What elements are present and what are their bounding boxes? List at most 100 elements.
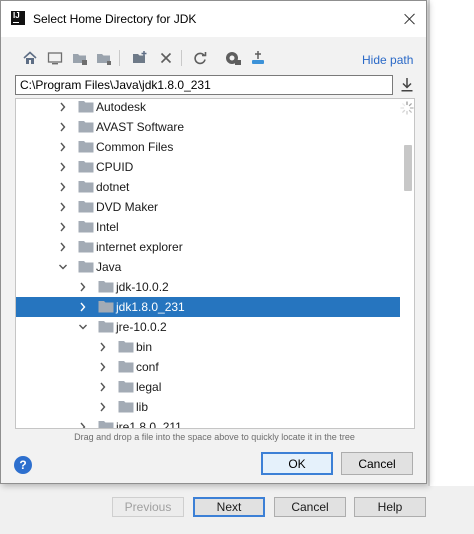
tree-scrollbar-thumb[interactable] bbox=[404, 145, 412, 191]
toolbar-separator bbox=[181, 50, 182, 66]
folder-icon bbox=[98, 281, 114, 293]
tree-row-selected[interactable]: jdk1.8.0_231 bbox=[16, 297, 400, 317]
tree-item-label: bin bbox=[136, 340, 153, 354]
chevron-right-icon[interactable] bbox=[58, 161, 68, 173]
new-folder-icon[interactable] bbox=[131, 49, 149, 67]
drag-drop-hint: Drag and drop a file into the space abov… bbox=[74, 432, 355, 442]
folder-icon bbox=[78, 181, 94, 193]
wizard-help-button[interactable]: Help bbox=[354, 497, 426, 517]
tree-item-label: Intel bbox=[96, 220, 119, 234]
tree-item-label: AVAST Software bbox=[96, 120, 185, 134]
sdk-icon[interactable] bbox=[249, 49, 267, 67]
background-window-edge bbox=[428, 0, 430, 534]
folder-icon bbox=[98, 301, 114, 313]
chevron-down-icon[interactable] bbox=[58, 261, 68, 273]
tree-row[interactable]: DVD Maker bbox=[16, 197, 400, 217]
folder-icon bbox=[78, 121, 94, 133]
refresh-icon[interactable] bbox=[191, 49, 209, 67]
folder-icon bbox=[118, 341, 134, 353]
tree-row[interactable]: bin bbox=[16, 337, 400, 357]
tree-item-label: Java bbox=[96, 260, 122, 274]
tree-row[interactable]: legal bbox=[16, 377, 400, 397]
download-icon[interactable] bbox=[400, 77, 414, 93]
chevron-right-icon[interactable] bbox=[78, 281, 88, 293]
chevron-right-icon[interactable] bbox=[58, 241, 68, 253]
chevron-right-icon[interactable] bbox=[78, 301, 88, 313]
folder-icon bbox=[78, 161, 94, 173]
chevron-right-icon[interactable] bbox=[58, 121, 68, 133]
dialog-titlebar: IJ Select Home Directory for JDK bbox=[1, 1, 426, 37]
ok-button[interactable]: OK bbox=[261, 452, 333, 475]
tree-item-label: legal bbox=[136, 380, 162, 394]
tree-item-label: jdk-10.0.2 bbox=[116, 280, 169, 294]
tree-row[interactable]: jdk-10.0.2 bbox=[16, 277, 400, 297]
folder-icon bbox=[98, 321, 114, 333]
desktop-icon[interactable] bbox=[46, 49, 64, 67]
tree-row[interactable]: Common Files bbox=[16, 137, 400, 157]
tree-item-label: jre-10.0.2 bbox=[116, 320, 167, 334]
tree-row[interactable]: AVAST Software bbox=[16, 117, 400, 137]
folder-icon bbox=[118, 401, 134, 413]
folder-icon bbox=[78, 261, 94, 273]
tree-row[interactable]: Intel bbox=[16, 217, 400, 237]
tree-item-label: jre1.8.0_211 bbox=[116, 420, 182, 429]
folder-icon bbox=[78, 241, 94, 253]
chevron-right-icon[interactable] bbox=[58, 221, 68, 233]
chevron-right-icon[interactable] bbox=[78, 421, 88, 429]
tree-row[interactable]: conf bbox=[16, 357, 400, 377]
tree-row[interactable]: CPUID bbox=[16, 157, 400, 177]
tree-row[interactable]: jre1.8.0_211 bbox=[16, 417, 400, 429]
tree-item-label: DVD Maker bbox=[96, 200, 159, 214]
folder-icon bbox=[118, 361, 134, 373]
help-icon[interactable]: ? bbox=[14, 456, 32, 474]
tree-item-label: lib bbox=[136, 400, 149, 414]
chevron-right-icon[interactable] bbox=[58, 181, 68, 193]
folder-icon bbox=[78, 101, 94, 113]
toolbar-separator bbox=[119, 50, 120, 66]
folder-icon bbox=[118, 381, 134, 393]
path-input[interactable] bbox=[15, 75, 393, 95]
chevron-right-icon[interactable] bbox=[58, 101, 68, 113]
tree-row[interactable]: dotnet bbox=[16, 177, 400, 197]
tree-row[interactable]: Java bbox=[16, 257, 400, 277]
wizard-cancel-button[interactable]: Cancel bbox=[274, 497, 346, 517]
chevron-right-icon[interactable] bbox=[98, 341, 108, 353]
dialog-title: Select Home Directory for JDK bbox=[33, 12, 197, 26]
chevron-down-icon[interactable] bbox=[78, 321, 88, 333]
chevron-right-icon[interactable] bbox=[58, 201, 68, 213]
tree-row[interactable]: jre-10.0.2 bbox=[16, 317, 400, 337]
chevron-right-icon[interactable] bbox=[98, 361, 108, 373]
folder-icon bbox=[78, 221, 94, 233]
intellij-logo-icon: IJ bbox=[11, 11, 25, 25]
close-icon[interactable] bbox=[397, 7, 423, 31]
delete-icon[interactable] bbox=[157, 49, 175, 67]
tree-item-label: dotnet bbox=[96, 180, 130, 194]
background-window bbox=[428, 0, 474, 534]
tree-item-label: Autodesk bbox=[96, 100, 147, 114]
tree-row[interactable]: lib bbox=[16, 397, 400, 417]
folder-icon bbox=[98, 421, 114, 428]
select-jdk-dialog: IJ Select Home Directory for JDK Hide pa… bbox=[0, 0, 427, 484]
home-icon[interactable] bbox=[21, 49, 39, 67]
folder-icon bbox=[78, 141, 94, 153]
tree-item-label: jdk1.8.0_231 bbox=[116, 300, 185, 314]
folder-icon bbox=[78, 201, 94, 213]
chevron-right-icon[interactable] bbox=[98, 401, 108, 413]
project-folder-icon[interactable] bbox=[71, 49, 89, 67]
tree-row[interactable]: internet explorer bbox=[16, 237, 400, 257]
chevron-right-icon[interactable] bbox=[58, 141, 68, 153]
file-chooser-toolbar bbox=[15, 47, 275, 71]
tree-item-label: Common Files bbox=[96, 140, 174, 154]
module-folder-icon[interactable] bbox=[95, 49, 113, 67]
loading-spinner-icon bbox=[400, 101, 414, 115]
tree-item-label: conf bbox=[136, 360, 159, 374]
show-hidden-icon[interactable] bbox=[224, 49, 242, 67]
directory-tree[interactable]: jre1.8.0_211 lib legal conf bin jre-10.0.2 jdk… bbox=[15, 98, 415, 429]
hide-path-link[interactable]: Hide path bbox=[362, 53, 413, 67]
tree-item-label: internet explorer bbox=[96, 240, 183, 254]
chevron-right-icon[interactable] bbox=[98, 381, 108, 393]
tree-row[interactable]: Autodesk bbox=[16, 99, 400, 117]
dialog-cancel-button[interactable]: Cancel bbox=[341, 452, 413, 475]
previous-button[interactable]: Previous bbox=[112, 497, 184, 517]
next-button[interactable]: Next bbox=[193, 497, 265, 517]
